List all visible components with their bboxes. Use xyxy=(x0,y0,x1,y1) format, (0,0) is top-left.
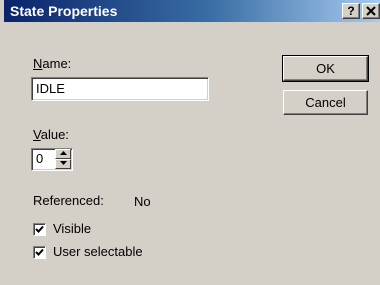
title-bar[interactable]: State Properties ? xyxy=(4,0,380,22)
checkmark-icon xyxy=(35,225,44,233)
visible-label[interactable]: Visible xyxy=(53,221,91,236)
close-icon xyxy=(366,6,376,16)
user-selectable-checkbox[interactable] xyxy=(33,246,46,259)
referenced-value: No xyxy=(134,194,151,209)
value-spinner xyxy=(55,149,71,170)
cancel-button[interactable]: Cancel xyxy=(283,90,368,115)
up-arrow-icon xyxy=(59,151,67,155)
close-button[interactable] xyxy=(362,3,380,19)
value-label: Value: xyxy=(33,127,69,142)
spin-up-button[interactable] xyxy=(55,149,71,159)
user-selectable-label[interactable]: User selectable xyxy=(53,244,143,259)
down-arrow-icon xyxy=(59,161,67,165)
name-label: Name: xyxy=(33,56,72,71)
name-input[interactable]: IDLE xyxy=(31,77,209,101)
referenced-label: Referenced: xyxy=(33,193,104,208)
state-properties-dialog: State Properties ? Name: IDLE OK Cancel … xyxy=(0,0,380,285)
spin-down-button[interactable] xyxy=(55,159,71,169)
window-title: State Properties xyxy=(10,3,118,19)
checkmark-icon xyxy=(35,248,44,256)
ok-button[interactable]: OK xyxy=(282,55,369,82)
visible-checkbox[interactable] xyxy=(33,223,46,236)
help-button[interactable]: ? xyxy=(342,3,360,19)
